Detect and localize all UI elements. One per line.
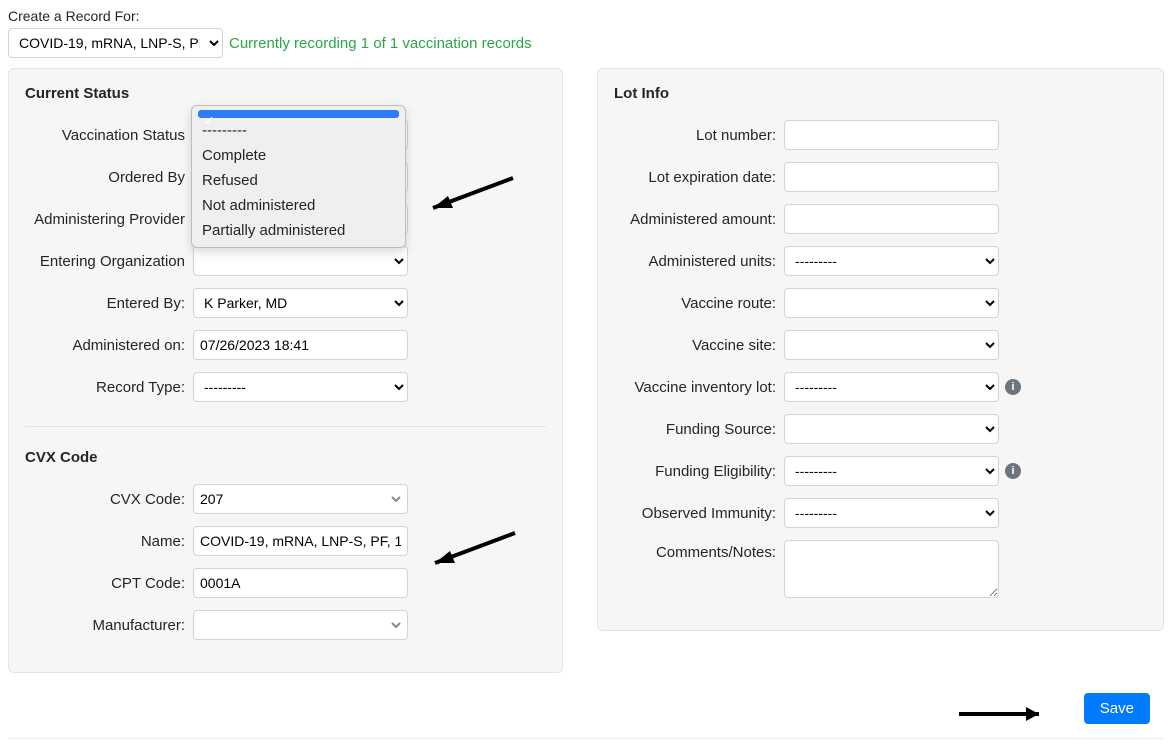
vaccine-select[interactable]: COVID-19, mRNA, LNP-S, PF, [8, 28, 223, 58]
dropdown-item-refused[interactable]: Refused [192, 168, 405, 193]
cvx-code-label: CVX Code: [25, 491, 193, 508]
funding-eligibility-label: Funding Eligibility: [614, 463, 784, 480]
manufacturer-label: Manufacturer: [25, 617, 193, 634]
vaccine-route-label: Vaccine route: [614, 295, 784, 312]
info-icon[interactable]: i [1005, 379, 1021, 395]
vaccine-site-label: Vaccine site: [614, 337, 784, 354]
observed-immunity-select[interactable]: --------- [784, 498, 999, 528]
lot-number-input[interactable] [784, 120, 999, 150]
comments-textarea[interactable] [784, 540, 999, 598]
recording-status-text: Currently recording 1 of 1 vaccination r… [229, 35, 532, 52]
lot-info-panel: Lot Info Lot number: Lot expiration date… [597, 68, 1164, 631]
cvx-code-title: CVX Code [25, 426, 546, 466]
current-status-title: Current Status [25, 85, 546, 102]
vaccine-site-select[interactable] [784, 330, 999, 360]
vaccination-status-dropdown[interactable]: --------- Complete Refused Not administe… [191, 105, 406, 248]
lot-expiration-input[interactable] [784, 162, 999, 192]
entering-organization-label: Entering Organization [25, 253, 193, 270]
administered-units-select[interactable]: --------- [784, 246, 999, 276]
administered-units-label: Administered units: [614, 253, 784, 270]
manufacturer-input[interactable] [193, 610, 408, 640]
cpt-code-input[interactable] [193, 568, 408, 598]
record-type-label: Record Type: [25, 379, 193, 396]
comments-label: Comments/Notes: [614, 540, 784, 561]
ordered-by-label: Ordered By [25, 169, 193, 186]
observed-immunity-label: Observed Immunity: [614, 505, 784, 522]
lot-expiration-label: Lot expiration date: [614, 169, 784, 186]
administering-provider-label: Administering Provider [25, 211, 193, 228]
cvx-name-label: Name: [25, 533, 193, 550]
administered-amount-label: Administered amount: [614, 211, 784, 228]
dropdown-item-dashes[interactable]: --------- [192, 118, 405, 143]
funding-source-label: Funding Source: [614, 421, 784, 438]
inventory-lot-label: Vaccine inventory lot: [614, 379, 784, 396]
dropdown-item-blank[interactable] [198, 110, 399, 118]
funding-source-select[interactable] [784, 414, 999, 444]
entered-by-select[interactable]: K Parker, MD [193, 288, 408, 318]
lot-info-title: Lot Info [614, 85, 1147, 102]
cpt-code-label: CPT Code: [25, 575, 193, 592]
cvx-code-input[interactable] [193, 484, 408, 514]
dropdown-item-not-administered[interactable]: Not administered [192, 193, 405, 218]
dropdown-item-partially-administered[interactable]: Partially administered [192, 218, 405, 243]
administered-on-label: Administered on: [25, 337, 193, 354]
funding-eligibility-select[interactable]: --------- [784, 456, 999, 486]
save-button[interactable]: Save [1084, 693, 1150, 724]
annotation-arrow-icon [954, 699, 1054, 729]
record-type-select[interactable]: --------- [193, 372, 408, 402]
cvx-name-input[interactable] [193, 526, 408, 556]
entering-organization-select[interactable] [193, 246, 408, 276]
lot-number-label: Lot number: [614, 127, 784, 144]
vaccination-status-label: Vaccination Status [25, 127, 193, 144]
dropdown-item-complete[interactable]: Complete [192, 143, 405, 168]
current-status-panel: Current Status Vaccination Status Ordere… [8, 68, 563, 673]
vaccine-route-select[interactable] [784, 288, 999, 318]
inventory-lot-select[interactable]: --------- [784, 372, 999, 402]
entered-by-label: Entered By: [25, 295, 193, 312]
administered-amount-input[interactable] [784, 204, 999, 234]
info-icon[interactable]: i [1005, 463, 1021, 479]
top-label: Create a Record For: [8, 8, 1164, 24]
administered-on-input[interactable] [193, 330, 408, 360]
